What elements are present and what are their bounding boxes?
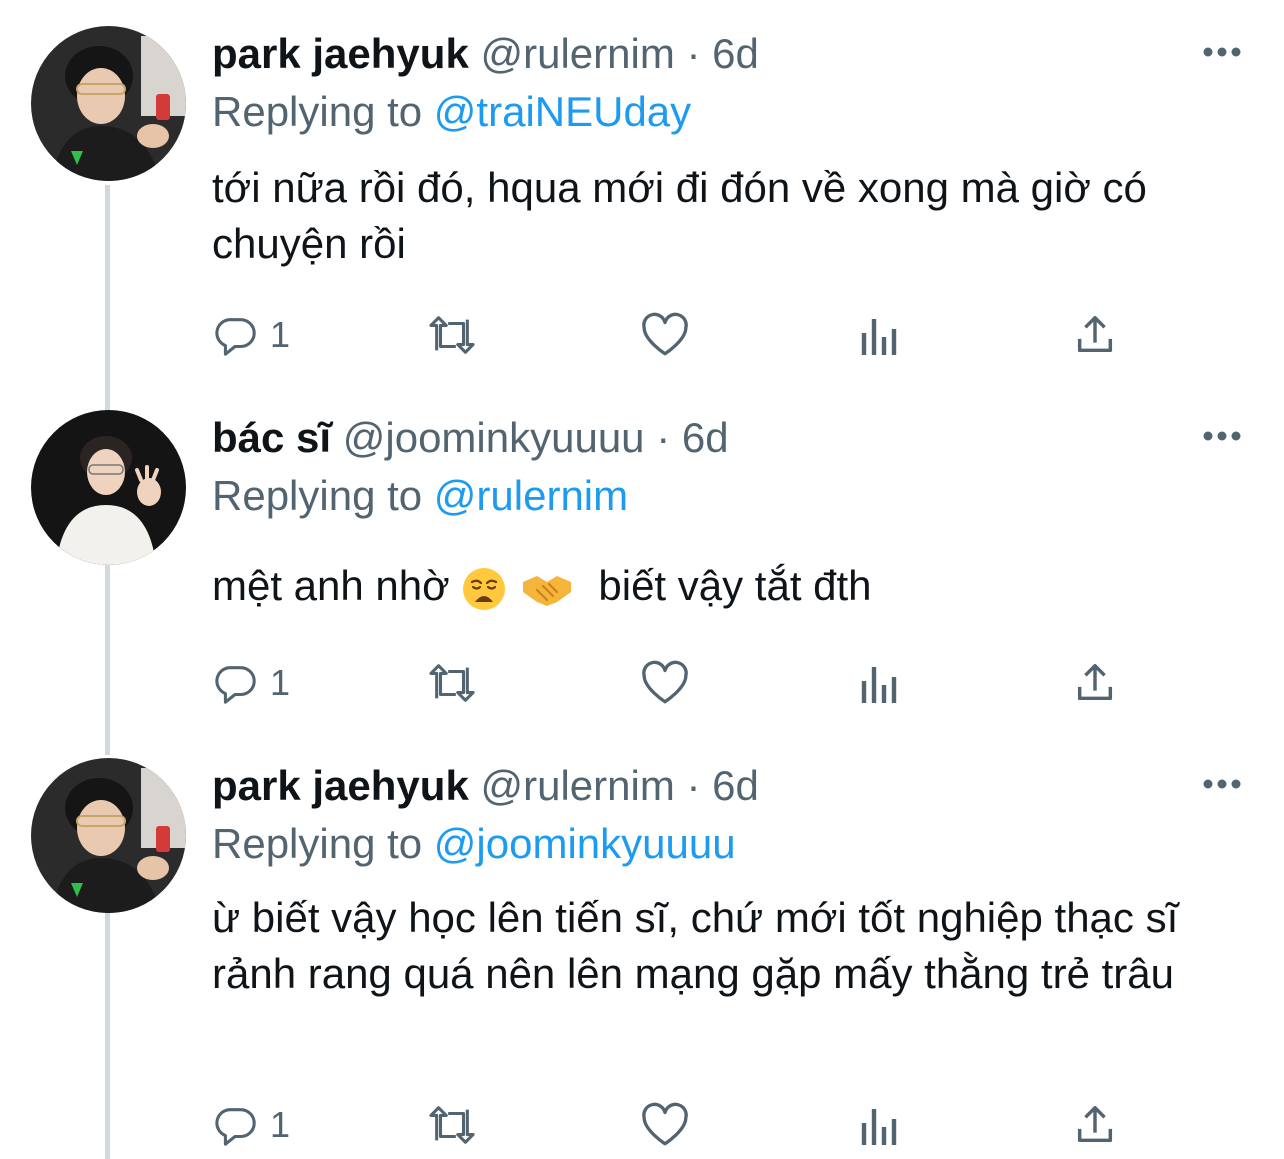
tweet-actions: 1 [212, 1100, 1132, 1150]
like-icon [642, 660, 688, 704]
retweet-button[interactable] [424, 1100, 480, 1150]
reply-icon [215, 1108, 256, 1146]
tweet-text: ừ biết vậy học lên tiến sĩ, chứ mới tốt … [212, 894, 1179, 997]
reply-button[interactable]: 1 [212, 310, 290, 360]
like-button[interactable] [640, 1100, 690, 1150]
tweet-text: mệt anh nhờ biết vậy tắt đth [212, 558, 1252, 614]
tweet-header: park jaehyuk @rulernim · 6d [212, 26, 759, 82]
replying-to-handle[interactable]: @traiNEUday [434, 88, 691, 135]
tweet[interactable]: park jaehyuk @rulernim · 6d Replying to … [0, 26, 1284, 366]
tweet-actions: 1 [212, 658, 1132, 708]
reply-icon [215, 666, 256, 704]
retweet-icon [429, 1106, 475, 1144]
user-handle[interactable]: @rulernim [480, 762, 674, 809]
tweet-actions: 1 [212, 310, 1132, 360]
separator-dot: · [656, 414, 671, 461]
more-icon[interactable] [1202, 426, 1242, 446]
tweet-header: bác sĩ @joominkyuuuu · 6d [212, 410, 729, 466]
reply-count: 1 [270, 662, 291, 703]
more-icon[interactable] [1202, 42, 1242, 62]
tweet-header: park jaehyuk @rulernim · 6d [212, 758, 759, 814]
handshake-emoji [523, 575, 572, 606]
display-name[interactable]: bác sĩ [212, 414, 331, 461]
replying-label: Replying to [212, 820, 423, 867]
like-button[interactable] [640, 310, 690, 360]
timestamp[interactable]: 6d [712, 762, 759, 809]
timestamp[interactable]: 6d [712, 30, 759, 77]
reply-button[interactable]: 1 [212, 1100, 290, 1150]
tweet-text-part: biết vậy tắt đth [598, 562, 872, 609]
analytics-button[interactable] [858, 1100, 902, 1150]
separator-dot: · [686, 30, 701, 77]
reply-count: 1 [270, 314, 291, 355]
reply-button[interactable]: 1 [212, 658, 290, 708]
analytics-button[interactable] [858, 310, 902, 360]
analytics-icon [861, 319, 897, 355]
display-name[interactable]: park jaehyuk [212, 762, 469, 809]
replying-to: Replying to @rulernim [212, 468, 628, 524]
reply-icon [215, 318, 256, 356]
timestamp[interactable]: 6d [682, 414, 729, 461]
analytics-icon [861, 1109, 897, 1145]
replying-to-handle[interactable]: @joominkyuuuu [434, 820, 736, 867]
separator-dot: · [686, 762, 701, 809]
retweet-icon [429, 664, 475, 702]
avatar[interactable] [31, 410, 186, 565]
like-button[interactable] [640, 658, 690, 708]
replying-to-handle[interactable]: @rulernim [434, 472, 628, 519]
tweet[interactable]: park jaehyuk @rulernim · 6d Replying to … [0, 758, 1284, 1158]
analytics-icon [861, 667, 897, 703]
replying-to: Replying to @traiNEUday [212, 84, 691, 140]
tweet-text: tới nữa rồi đó, hqua mới đi đón về xong … [212, 164, 1147, 267]
replying-label: Replying to [212, 472, 423, 519]
user-handle[interactable]: @joominkyuuuu [343, 414, 645, 461]
analytics-button[interactable] [858, 658, 902, 708]
share-icon [1077, 1106, 1113, 1143]
weary-face-emoji [463, 567, 506, 610]
retweet-button[interactable] [424, 658, 480, 708]
more-icon[interactable] [1202, 774, 1242, 794]
retweet-icon [429, 316, 475, 354]
share-icon [1077, 316, 1113, 353]
tweet-text-part: mệt anh nhờ [212, 562, 450, 609]
share-icon [1077, 664, 1113, 701]
display-name[interactable]: park jaehyuk [212, 30, 469, 77]
tweet[interactable]: bác sĩ @joominkyuuuu · 6d Replying to @r… [0, 410, 1284, 710]
like-icon [642, 1102, 688, 1146]
reply-count: 1 [270, 1104, 291, 1145]
share-button[interactable] [1072, 310, 1118, 360]
avatar[interactable] [31, 26, 186, 181]
replying-label: Replying to [212, 88, 423, 135]
replying-to: Replying to @joominkyuuuu [212, 816, 736, 872]
retweet-button[interactable] [424, 310, 480, 360]
share-button[interactable] [1072, 658, 1118, 708]
avatar[interactable] [31, 758, 186, 913]
share-button[interactable] [1072, 1100, 1118, 1150]
like-icon [642, 312, 688, 356]
user-handle[interactable]: @rulernim [480, 30, 674, 77]
